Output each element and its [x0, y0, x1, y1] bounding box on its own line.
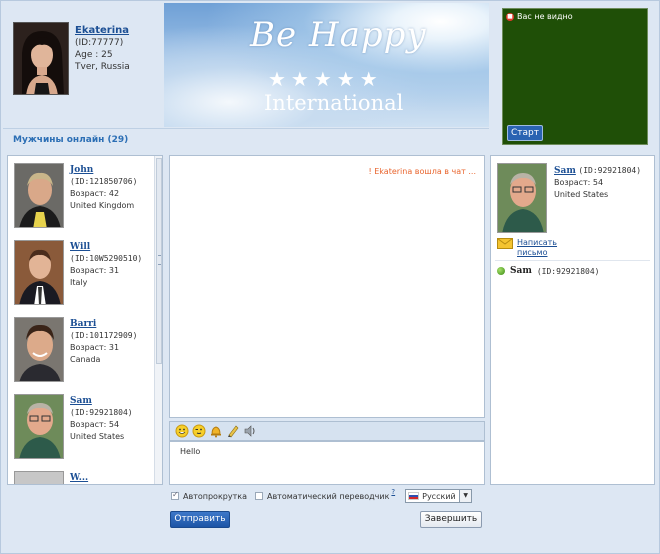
selected-user-id: (ID:92921804)	[578, 166, 642, 175]
user-country: United States	[70, 432, 125, 441]
user-country: United Kingdom	[70, 201, 135, 210]
pen-icon[interactable]	[226, 424, 240, 438]
user-avatar[interactable]	[14, 240, 64, 305]
wink-icon[interactable]	[192, 424, 206, 438]
my-avatar	[13, 22, 69, 95]
online-user-list[interactable]: John (ID:121850706) Возраст: 42 United K…	[7, 155, 163, 485]
selected-user-name[interactable]: Sam	[554, 166, 576, 176]
webcam-status-text: Вас не видно	[517, 12, 573, 21]
write-letter-link[interactable]: Написать письмо	[497, 238, 557, 258]
list-item[interactable]: Will (ID:10W5290510) Возраст: 31 Italy	[8, 233, 155, 310]
end-chat-button[interactable]: Завершить	[420, 511, 482, 528]
chat-app: Ekaterina (ID:77777) Age : 25 Tver, Russ…	[0, 0, 660, 554]
user-avatar[interactable]	[14, 394, 64, 459]
online-status-icon	[497, 267, 505, 275]
user-list-scrollbar[interactable]	[154, 156, 162, 484]
user-age: Возраст: 42	[70, 189, 120, 198]
autoscroll-label: Автопрокрутка	[183, 491, 247, 501]
user-avatar[interactable]	[14, 317, 64, 382]
banner-title: Be Happy	[250, 15, 427, 55]
online-user-row[interactable]: Sam (ID:92921804)	[497, 266, 599, 276]
user-info: Will (ID:10W5290510) Возраст: 31 Italy	[70, 241, 142, 289]
selected-user-age: Возраст: 54	[554, 178, 604, 187]
scrollbar-grip-icon	[158, 255, 160, 265]
user-avatar[interactable]	[14, 163, 64, 228]
message-input[interactable]: Hello	[169, 441, 485, 485]
user-id: (ID:10W5290510)	[70, 254, 143, 263]
list-item[interactable]: Barri (ID:101172909) Возраст: 31 Canada	[8, 310, 155, 387]
chat-toolbar	[169, 421, 485, 441]
divider	[495, 260, 650, 261]
my-age: Age : 25	[75, 50, 113, 60]
user-age: Возраст: 31	[70, 343, 120, 352]
user-info: Sam (ID:92921804) Возраст: 54 United Sta…	[70, 395, 133, 443]
stop-icon: ■	[506, 12, 514, 21]
my-profile-info: Ekaterina (ID:77777) Age : 25 Tver, Russ…	[75, 25, 130, 73]
write-letter-label-1[interactable]: Написать	[517, 238, 557, 248]
user-name[interactable]: Will	[70, 241, 142, 253]
language-value: Русский	[422, 491, 456, 501]
list-item[interactable]: John (ID:121850706) Возраст: 42 United K…	[8, 156, 155, 233]
user-age: Возраст: 31	[70, 266, 120, 275]
be-happy-banner: Be Happy ★★★★★ International	[164, 3, 489, 127]
write-letter-label-2[interactable]: письмо	[517, 248, 557, 258]
online-user-id: (ID:92921804)	[536, 266, 600, 276]
my-location: Tver, Russia	[75, 62, 130, 72]
online-user-name[interactable]: Sam	[510, 266, 532, 276]
my-id: (ID:77777)	[75, 38, 124, 48]
online-men-header: Мужчины онлайн (29)	[3, 128, 489, 152]
selected-user-info: Sam (ID:92921804) Возраст: 54 United Sta…	[554, 165, 641, 201]
speaker-icon[interactable]	[243, 424, 257, 438]
selected-user-country: United States	[554, 190, 609, 199]
autoscroll-checkbox[interactable]	[171, 490, 179, 500]
russian-flag-icon	[408, 492, 420, 500]
autotranslate-checkbox[interactable]	[254, 492, 263, 500]
language-select[interactable]: Русский ▼	[405, 489, 473, 503]
envelope-icon	[497, 238, 513, 249]
chat-messages: ! Ekaterina вошла в чат ...	[169, 155, 485, 418]
webcam-preview: ■ Вас не видно Старт	[502, 8, 648, 145]
my-name[interactable]: Ekaterina	[75, 25, 130, 37]
scrollbar-thumb[interactable]	[156, 158, 162, 364]
user-name[interactable]: Sam	[70, 395, 133, 407]
user-name[interactable]: Barri	[70, 318, 137, 330]
autotranslate-label: Автоматический переводчик	[266, 491, 390, 501]
selected-user-panel: Sam (ID:92921804) Возраст: 54 United Sta…	[490, 155, 655, 485]
user-info: W...	[70, 472, 88, 484]
online-men-label: Мужчины онлайн (29)	[13, 135, 129, 145]
help-link[interactable]: ?	[391, 488, 395, 496]
user-name[interactable]: John	[70, 164, 137, 176]
user-id: (ID:121850706)	[70, 177, 138, 186]
webcam-status: ■ Вас не видно	[506, 12, 573, 21]
chevron-down-icon[interactable]: ▼	[459, 490, 472, 502]
banner-stars: ★★★★★	[268, 67, 383, 91]
user-name[interactable]: W...	[70, 472, 88, 484]
user-id: (ID:92921804)	[70, 408, 133, 417]
bell-icon[interactable]	[209, 424, 223, 438]
banner-subtitle: International	[264, 91, 404, 115]
list-item[interactable]: W...	[8, 464, 155, 484]
smiley-icon[interactable]	[175, 424, 189, 438]
user-country: Italy	[70, 278, 88, 287]
list-item[interactable]: Sam (ID:92921804) Возраст: 54 United Sta…	[8, 387, 155, 464]
user-age: Возраст: 54	[70, 420, 120, 429]
send-button[interactable]: Отправить	[170, 511, 230, 528]
chat-options: Автопрокрутка Автоматический переводчик …	[171, 488, 473, 504]
user-country: Canada	[70, 355, 101, 364]
user-avatar[interactable]	[14, 471, 64, 484]
user-info: Barri (ID:101172909) Возраст: 31 Canada	[70, 318, 137, 366]
webcam-start-button[interactable]: Старт	[507, 125, 543, 141]
user-id: (ID:101172909)	[70, 331, 138, 340]
selected-user-avatar[interactable]	[497, 163, 547, 233]
system-message: ! Ekaterina вошла в чат ...	[368, 167, 477, 176]
my-profile: Ekaterina (ID:77777) Age : 25 Tver, Russ…	[3, 3, 163, 127]
user-info: John (ID:121850706) Возраст: 42 United K…	[70, 164, 137, 212]
